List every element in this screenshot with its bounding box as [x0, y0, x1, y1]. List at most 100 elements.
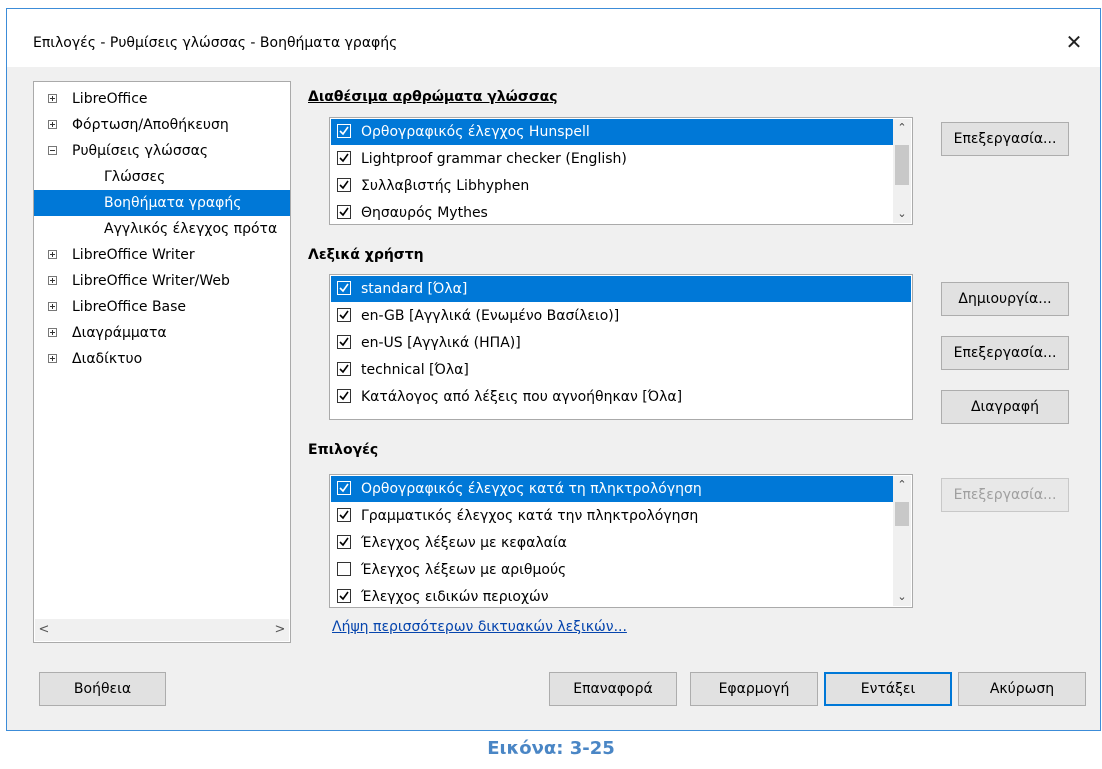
list-item-label: technical [Όλα]	[361, 362, 469, 378]
tree-item-label: Βοηθήματα γραφής	[104, 195, 242, 211]
scroll-up-icon[interactable]: ⌃	[893, 476, 911, 494]
tree-item[interactable]: Ρυθμίσεις γλώσσας	[34, 138, 290, 164]
list-item[interactable]: standard [Όλα]	[331, 276, 911, 302]
tree-item-label: LibreOffice	[72, 91, 148, 107]
checkbox[interactable]	[337, 335, 351, 349]
options-tree[interactable]: LibreOffice Φόρτωση/Αποθήκευση Ρυθμίσεις γ…	[33, 81, 291, 643]
checkbox[interactable]	[337, 124, 351, 138]
expand-icon[interactable]	[48, 328, 57, 337]
cancel-button[interactable]: Ακύρωση	[958, 672, 1086, 706]
list-item-label: standard [Όλα]	[361, 281, 468, 297]
list-item-label: Ορθογραφικός έλεγχος Hunspell	[361, 124, 590, 140]
new-dictionary-button[interactable]: Δημιουργία...	[941, 282, 1069, 316]
tree-item[interactable]: Βοηθήματα γραφής	[34, 190, 290, 216]
tree-item-label: LibreOffice Base	[72, 299, 187, 315]
figure-caption: Εικόνα: 3-25	[487, 738, 615, 759]
tree-horizontal-scrollbar[interactable]: < >	[35, 619, 289, 641]
tree-item[interactable]: Αγγλικός έλεγχος πρότα	[34, 216, 290, 242]
expand-icon[interactable]	[48, 120, 57, 129]
modules-scrollbar[interactable]: ⌃ ⌄	[893, 119, 911, 223]
options-section-title: Επιλογές	[308, 442, 379, 458]
checkbox[interactable]	[337, 205, 351, 219]
scroll-down-icon[interactable]: ⌄	[893, 588, 911, 606]
options-scrollbar[interactable]: ⌃ ⌄	[893, 476, 911, 606]
list-item[interactable]: en-US [Αγγλικά (ΗΠΑ)]	[331, 330, 911, 356]
checkbox[interactable]	[337, 389, 351, 403]
tree-item[interactable]: Γλώσσες	[34, 164, 290, 190]
list-item[interactable]: Θησαυρός Mythes	[331, 200, 893, 224]
scroll-down-icon[interactable]: ⌄	[893, 205, 911, 223]
list-item-label: Ορθογραφικός έλεγχος κατά τη πληκτρολόγη…	[361, 481, 702, 497]
expand-icon[interactable]	[48, 94, 57, 103]
more-dictionaries-link[interactable]: Λήψη περισσότερων δικτυακών λεξικών...	[332, 619, 627, 635]
tree-item[interactable]: LibreOffice	[34, 86, 290, 112]
list-item[interactable]: Ορθογραφικός έλεγχος κατά τη πληκτρολόγη…	[331, 476, 893, 502]
dialog-title: Επιλογές - Ρυθμίσεις γλώσσας - Βοηθήματα…	[33, 35, 398, 51]
modules-edit-button[interactable]: Επεξεργασία...	[941, 122, 1069, 156]
tree-item-label: LibreOffice Writer	[72, 247, 195, 263]
checkbox[interactable]	[337, 362, 351, 376]
expand-icon[interactable]	[48, 302, 57, 311]
ok-button[interactable]: Εντάξει	[824, 672, 952, 706]
options-edit-button[interactable]: Επεξεργασία...	[941, 478, 1069, 512]
expand-icon[interactable]	[48, 276, 57, 285]
list-item[interactable]: Lightproof grammar checker (English)	[331, 146, 893, 172]
apply-button[interactable]: Εφαρμογή	[690, 672, 818, 706]
list-item-label: Lightproof grammar checker (English)	[361, 151, 627, 167]
expand-icon[interactable]	[48, 354, 57, 363]
list-item[interactable]: Κατάλογος από λέξεις που αγνοήθηκαν [Όλα…	[331, 384, 911, 410]
list-item-label: Συλλαβιστής Libhyphen	[361, 178, 530, 194]
tree-item-label: Διαδίκτυο	[72, 351, 143, 367]
list-item[interactable]: Γραμματικός έλεγχος κατά την πληκτρολόγη…	[331, 503, 893, 529]
dictionary-edit-button[interactable]: Επεξεργασία...	[941, 336, 1069, 370]
tree-item[interactable]: LibreOffice Writer	[34, 242, 290, 268]
list-item[interactable]: Συλλαβιστής Libhyphen	[331, 173, 893, 199]
list-item-label: en-US [Αγγλικά (ΗΠΑ)]	[361, 335, 521, 351]
expand-icon[interactable]	[48, 250, 57, 259]
close-button[interactable]: ✕	[1056, 27, 1092, 57]
close-icon: ✕	[1065, 30, 1083, 54]
tree-item[interactable]: Διαγράμματα	[34, 320, 290, 346]
tree-item[interactable]: Φόρτωση/Αποθήκευση	[34, 112, 290, 138]
list-item[interactable]: Ορθογραφικός έλεγχος Hunspell	[331, 119, 893, 145]
checkbox[interactable]	[337, 562, 351, 576]
scroll-right-icon[interactable]: >	[271, 619, 289, 641]
list-item-label: Κατάλογος από λέξεις που αγνοήθηκαν [Όλα…	[361, 389, 683, 405]
list-item[interactable]: en-GB [Αγγλικά (Ενωμένο Βασίλειο)]	[331, 303, 911, 329]
tree-item-label: Διαγράμματα	[72, 325, 167, 341]
list-item-label: Έλεγχος λέξεων με αριθμούς	[361, 562, 567, 578]
options-list[interactable]: Ορθογραφικός έλεγχος κατά τη πληκτρολόγη…	[329, 474, 913, 608]
tree-item[interactable]: Διαδίκτυο	[34, 346, 290, 372]
checkbox[interactable]	[337, 178, 351, 192]
scroll-left-icon[interactable]: <	[35, 619, 53, 641]
list-item-label: Έλεγχος ειδικών περιοχών	[361, 589, 549, 605]
options-dialog: Επιλογές - Ρυθμίσεις γλώσσας - Βοηθήματα…	[6, 8, 1101, 731]
collapse-icon[interactable]	[48, 146, 57, 155]
list-item[interactable]: Έλεγχος λέξεων με αριθμούς	[331, 557, 893, 583]
checkbox[interactable]	[337, 508, 351, 522]
checkbox[interactable]	[337, 481, 351, 495]
scroll-up-icon[interactable]: ⌃	[893, 119, 911, 137]
dictionary-delete-button[interactable]: Διαγραφή	[941, 390, 1069, 424]
help-button[interactable]: Βοήθεια	[39, 672, 166, 706]
list-item[interactable]: technical [Όλα]	[331, 357, 911, 383]
tree-item-label: Αγγλικός έλεγχος πρότα	[104, 221, 278, 237]
scrollbar-thumb[interactable]	[895, 145, 909, 185]
checkbox[interactable]	[337, 151, 351, 165]
checkbox[interactable]	[337, 281, 351, 295]
list-item[interactable]: Έλεγχος ειδικών περιοχών	[331, 584, 893, 607]
checkbox[interactable]	[337, 535, 351, 549]
title-bar: Επιλογές - Ρυθμίσεις γλώσσας - Βοηθήματα…	[7, 9, 1100, 67]
reset-button[interactable]: Επαναφορά	[549, 672, 677, 706]
checkbox[interactable]	[337, 308, 351, 322]
scrollbar-thumb[interactable]	[895, 502, 909, 526]
list-item[interactable]: Έλεγχος λέξεων με κεφαλαία	[331, 530, 893, 556]
modules-list[interactable]: Ορθογραφικός έλεγχος Hunspell Lightproof …	[329, 117, 913, 225]
tree-item-label: Γλώσσες	[104, 169, 166, 185]
tree-item[interactable]: LibreOffice Writer/Web	[34, 268, 290, 294]
checkbox[interactable]	[337, 589, 351, 603]
tree-item[interactable]: LibreOffice Base	[34, 294, 290, 320]
tree-item-label: Ρυθμίσεις γλώσσας	[72, 143, 209, 159]
dictionaries-list[interactable]: standard [Όλα] en-GB [Αγγλικά (Ενωμένο Βα…	[329, 274, 913, 420]
list-item-label: Θησαυρός Mythes	[361, 205, 488, 221]
